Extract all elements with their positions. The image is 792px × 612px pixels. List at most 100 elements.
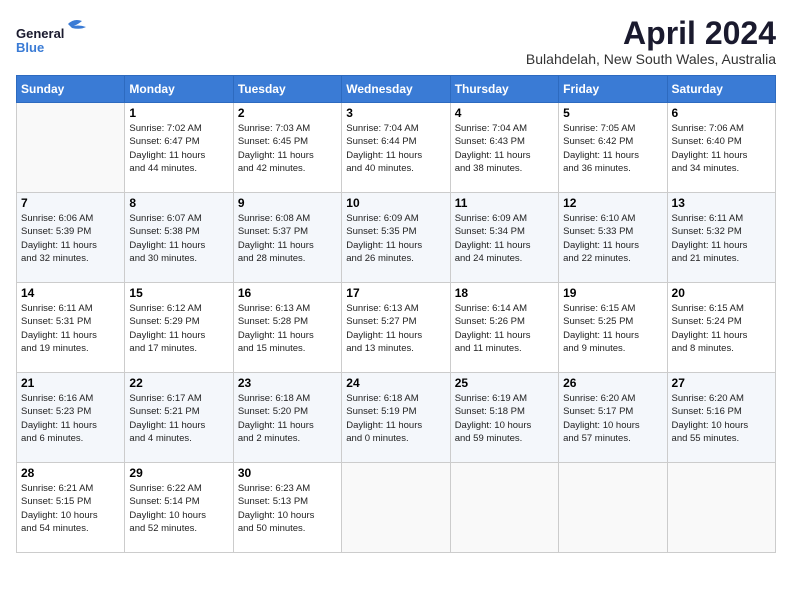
day-header-monday: Monday [125,76,233,103]
day-number: 6 [672,106,771,120]
calendar-cell: 20 Sunrise: 6:15 AM Sunset: 5:24 PM Dayli… [667,283,775,373]
day-header-sunday: Sunday [17,76,125,103]
calendar-cell: 28Sunrise: 6:21 AM Sunset: 5:15 PM Dayli… [17,463,125,553]
title-block: April 2024 Bulahdelah, New South Wales, … [526,16,776,67]
day-number: 28 [21,466,120,480]
day-number: 7 [21,196,120,210]
day-info: Sunrise: 6:11 AM Sunset: 5:32 PM Dayligh… [672,212,771,265]
day-info: Sunrise: 6:18 AM Sunset: 5:19 PM Dayligh… [346,392,445,445]
calendar-cell [342,463,450,553]
day-number: 17 [346,286,445,300]
day-info: Sunrise: 6:18 AM Sunset: 5:20 PM Dayligh… [238,392,337,445]
day-number: 25 [455,376,554,390]
day-number: 15 [129,286,228,300]
day-info: Sunrise: 7:04 AM Sunset: 6:44 PM Dayligh… [346,122,445,175]
month-title: April 2024 [526,16,776,51]
day-number: 14 [21,286,120,300]
day-number: 29 [129,466,228,480]
calendar-cell: 26Sunrise: 6:20 AM Sunset: 5:17 PM Dayli… [559,373,667,463]
day-header-wednesday: Wednesday [342,76,450,103]
day-info: Sunrise: 7:03 AM Sunset: 6:45 PM Dayligh… [238,122,337,175]
calendar-cell: 22 Sunrise: 6:17 AM Sunset: 5:21 PM Dayli… [125,373,233,463]
week-row-5: 28Sunrise: 6:21 AM Sunset: 5:15 PM Dayli… [17,463,776,553]
day-number: 26 [563,376,662,390]
day-number: 12 [563,196,662,210]
day-info: Sunrise: 7:02 AM Sunset: 6:47 PM Dayligh… [129,122,228,175]
calendar-cell: 7 Sunrise: 6:06 AM Sunset: 5:39 PM Daylig… [17,193,125,283]
day-number: 19 [563,286,662,300]
calendar-cell: 3Sunrise: 7:04 AM Sunset: 6:44 PM Daylig… [342,103,450,193]
week-row-3: 14 Sunrise: 6:11 AM Sunset: 5:31 PM Dayli… [17,283,776,373]
calendar-cell [667,463,775,553]
calendar-cell: 12Sunrise: 6:10 AM Sunset: 5:33 PM Dayli… [559,193,667,283]
location: Bulahdelah, New South Wales, Australia [526,51,776,67]
day-info: Sunrise: 6:11 AM Sunset: 5:31 PM Dayligh… [21,302,120,355]
calendar-cell: 23 Sunrise: 6:18 AM Sunset: 5:20 PM Dayli… [233,373,341,463]
calendar-table: SundayMondayTuesdayWednesdayThursdayFrid… [16,75,776,553]
calendar-cell: 16Sunrise: 6:13 AM Sunset: 5:28 PM Dayli… [233,283,341,373]
day-info: Sunrise: 6:20 AM Sunset: 5:16 PM Dayligh… [672,392,771,445]
day-number: 18 [455,286,554,300]
day-number: 4 [455,106,554,120]
day-number: 30 [238,466,337,480]
day-info: Sunrise: 7:05 AM Sunset: 6:42 PM Dayligh… [563,122,662,175]
day-info: Sunrise: 6:07 AM Sunset: 5:38 PM Dayligh… [129,212,228,265]
day-number: 5 [563,106,662,120]
day-number: 11 [455,196,554,210]
day-number: 27 [672,376,771,390]
day-info: Sunrise: 6:12 AM Sunset: 5:29 PM Dayligh… [129,302,228,355]
week-row-4: 21Sunrise: 6:16 AM Sunset: 5:23 PM Dayli… [17,373,776,463]
day-info: Sunrise: 6:09 AM Sunset: 5:34 PM Dayligh… [455,212,554,265]
calendar-cell: 5 Sunrise: 7:05 AM Sunset: 6:42 PM Daylig… [559,103,667,193]
day-info: Sunrise: 6:19 AM Sunset: 5:18 PM Dayligh… [455,392,554,445]
day-header-friday: Friday [559,76,667,103]
day-info: Sunrise: 6:09 AM Sunset: 5:35 PM Dayligh… [346,212,445,265]
calendar-cell: 10Sunrise: 6:09 AM Sunset: 5:35 PM Dayli… [342,193,450,283]
calendar-cell: 30 Sunrise: 6:23 AM Sunset: 5:13 PM Dayli… [233,463,341,553]
page-header: General Blue April 2024 Bulahdelah, New … [16,16,776,67]
day-number: 1 [129,106,228,120]
day-info: Sunrise: 7:04 AM Sunset: 6:43 PM Dayligh… [455,122,554,175]
day-info: Sunrise: 6:08 AM Sunset: 5:37 PM Dayligh… [238,212,337,265]
svg-text:General: General [16,26,64,41]
day-info: Sunrise: 6:23 AM Sunset: 5:13 PM Dayligh… [238,482,337,535]
day-info: Sunrise: 7:06 AM Sunset: 6:40 PM Dayligh… [672,122,771,175]
calendar-cell: 21Sunrise: 6:16 AM Sunset: 5:23 PM Dayli… [17,373,125,463]
logo: General Blue [16,16,106,56]
day-number: 20 [672,286,771,300]
calendar-cell [559,463,667,553]
day-info: Sunrise: 6:17 AM Sunset: 5:21 PM Dayligh… [129,392,228,445]
day-number: 2 [238,106,337,120]
days-header-row: SundayMondayTuesdayWednesdayThursdayFrid… [17,76,776,103]
logo-svg: General Blue [16,16,106,56]
svg-text:Blue: Blue [16,40,44,55]
day-number: 8 [129,196,228,210]
day-info: Sunrise: 6:14 AM Sunset: 5:26 PM Dayligh… [455,302,554,355]
day-header-thursday: Thursday [450,76,558,103]
day-info: Sunrise: 6:06 AM Sunset: 5:39 PM Dayligh… [21,212,120,265]
calendar-cell: 9Sunrise: 6:08 AM Sunset: 5:37 PM Daylig… [233,193,341,283]
calendar-cell: 4 Sunrise: 7:04 AM Sunset: 6:43 PM Daylig… [450,103,558,193]
calendar-cell: 27 Sunrise: 6:20 AM Sunset: 5:16 PM Dayli… [667,373,775,463]
calendar-cell: 17Sunrise: 6:13 AM Sunset: 5:27 PM Dayli… [342,283,450,373]
week-row-2: 7 Sunrise: 6:06 AM Sunset: 5:39 PM Daylig… [17,193,776,283]
day-number: 24 [346,376,445,390]
calendar-cell: 14 Sunrise: 6:11 AM Sunset: 5:31 PM Dayli… [17,283,125,373]
calendar-cell: 18 Sunrise: 6:14 AM Sunset: 5:26 PM Dayli… [450,283,558,373]
calendar-cell: 15 Sunrise: 6:12 AM Sunset: 5:29 PM Dayli… [125,283,233,373]
calendar-cell: 1 Sunrise: 7:02 AM Sunset: 6:47 PM Daylig… [125,103,233,193]
day-header-saturday: Saturday [667,76,775,103]
calendar-cell: 24 Sunrise: 6:18 AM Sunset: 5:19 PM Dayli… [342,373,450,463]
day-number: 21 [21,376,120,390]
calendar-cell: 13Sunrise: 6:11 AM Sunset: 5:32 PM Dayli… [667,193,775,283]
calendar-cell: 19 Sunrise: 6:15 AM Sunset: 5:25 PM Dayli… [559,283,667,373]
day-info: Sunrise: 6:15 AM Sunset: 5:25 PM Dayligh… [563,302,662,355]
calendar-cell: 11 Sunrise: 6:09 AM Sunset: 5:34 PM Dayli… [450,193,558,283]
day-number: 23 [238,376,337,390]
day-info: Sunrise: 6:22 AM Sunset: 5:14 PM Dayligh… [129,482,228,535]
day-info: Sunrise: 6:13 AM Sunset: 5:28 PM Dayligh… [238,302,337,355]
day-info: Sunrise: 6:15 AM Sunset: 5:24 PM Dayligh… [672,302,771,355]
day-number: 22 [129,376,228,390]
calendar-cell: 25 Sunrise: 6:19 AM Sunset: 5:18 PM Dayli… [450,373,558,463]
calendar-cell [450,463,558,553]
